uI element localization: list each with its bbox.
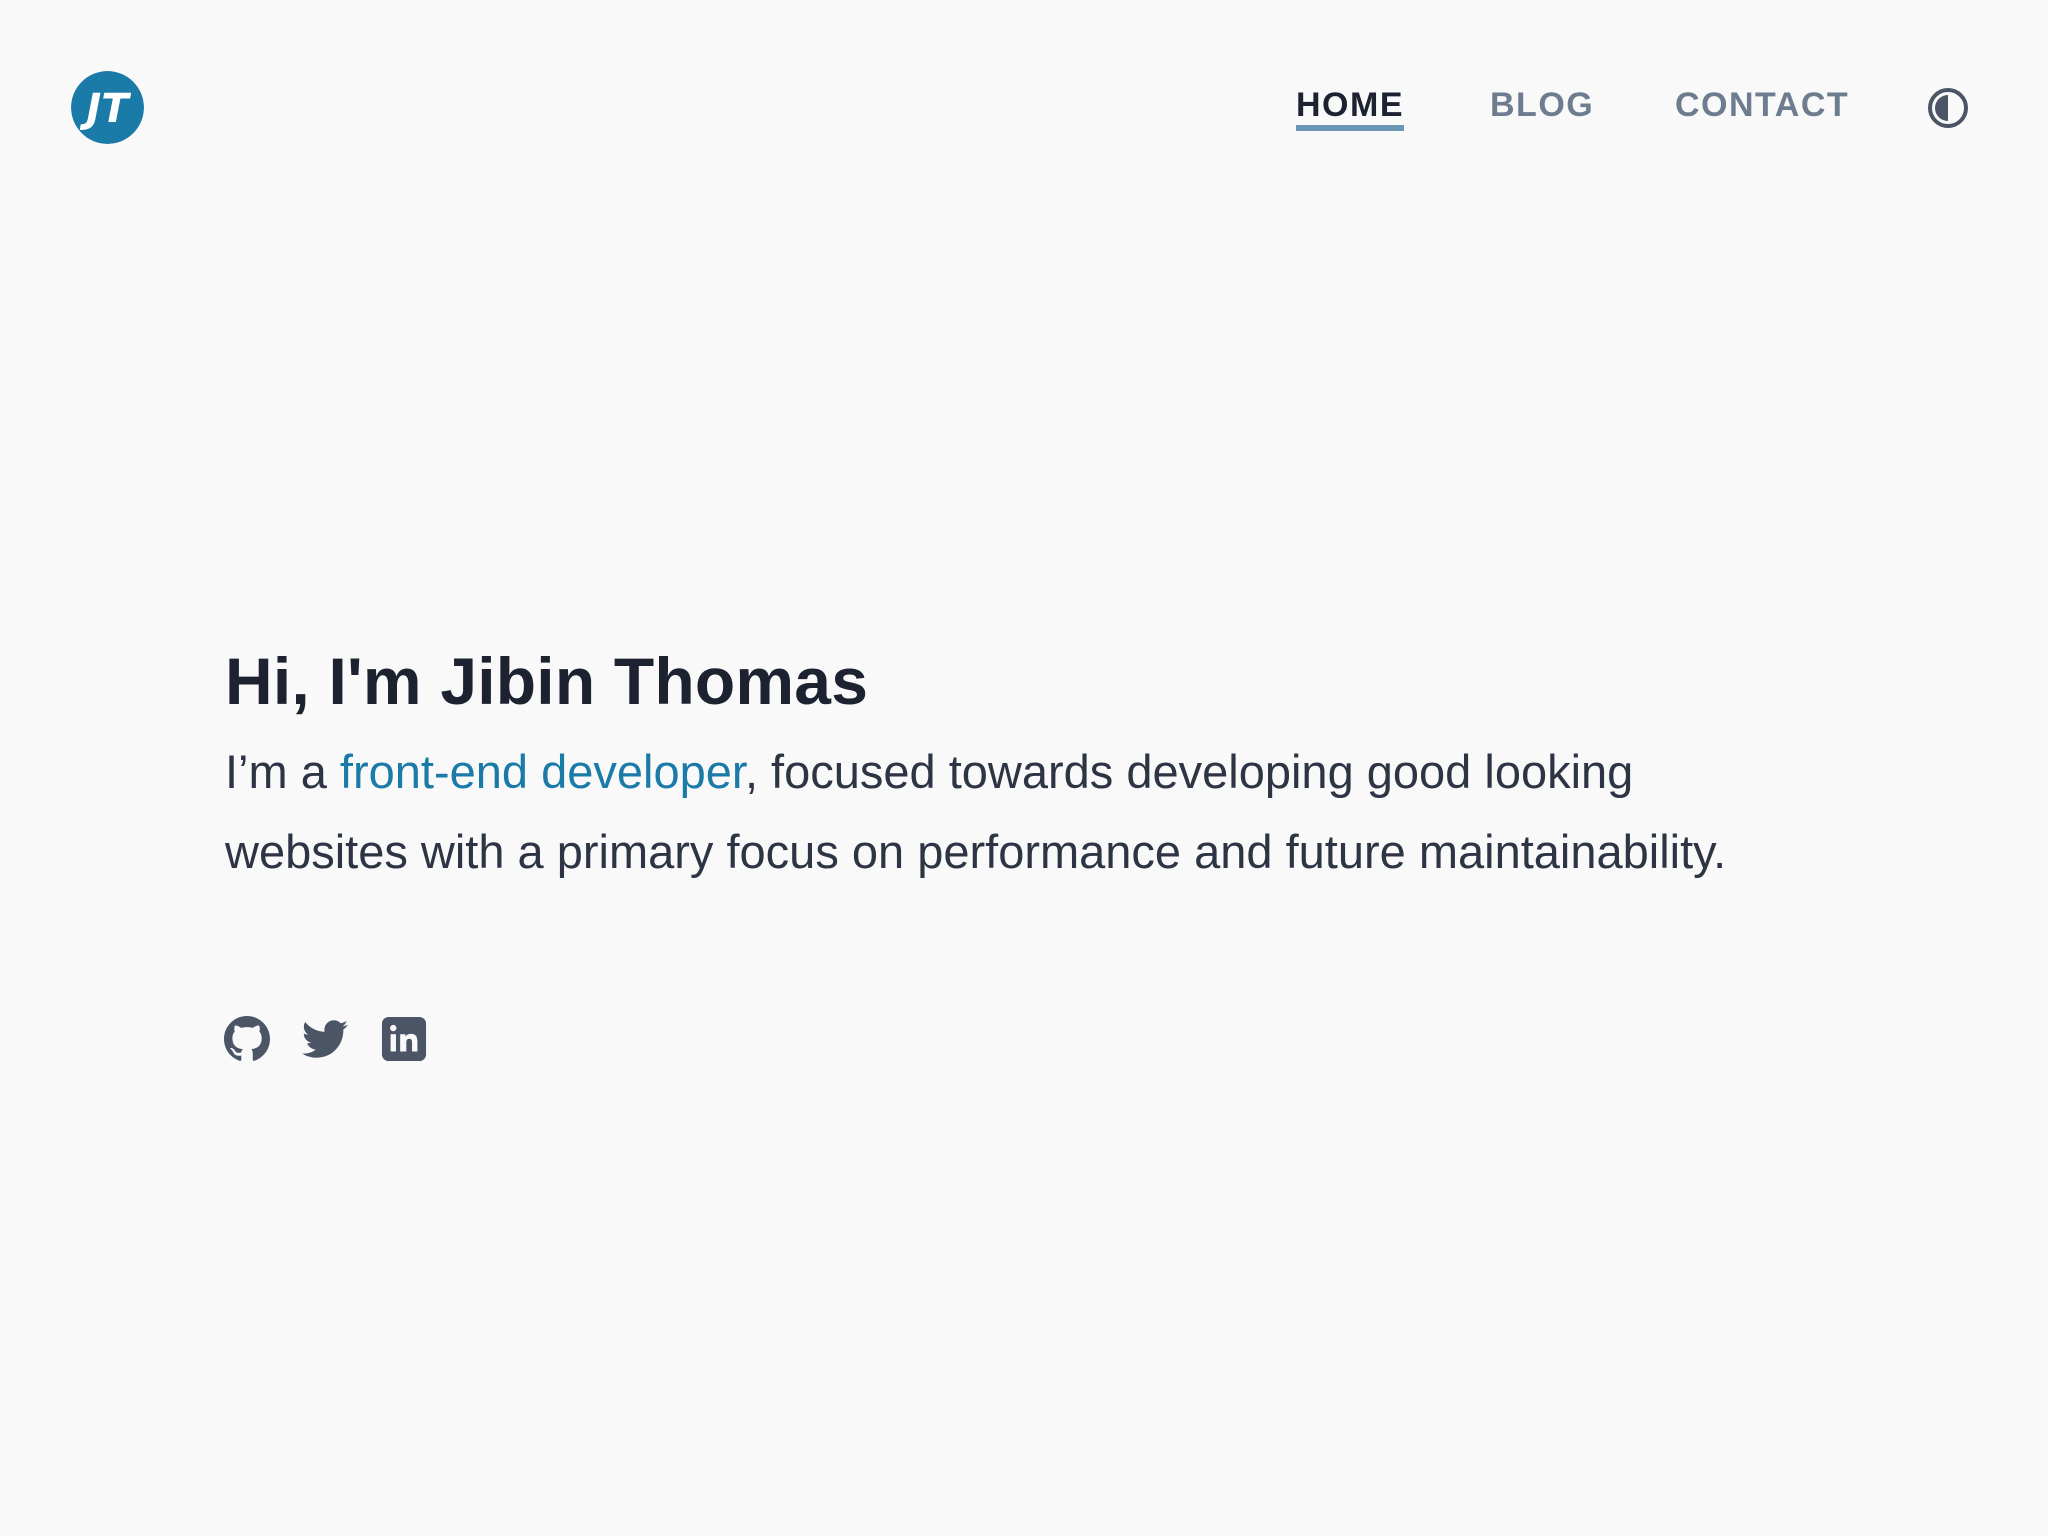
linkedin-link[interactable]	[381, 1016, 427, 1062]
github-link[interactable]	[224, 1016, 270, 1062]
hero-section: Hi, I'm Jibin Thomas I’m a front-end dev…	[225, 636, 1805, 892]
hero-intro: I’m a front-end developer, focused towar…	[225, 732, 1785, 892]
nav-blog-label: BLOG	[1490, 86, 1595, 124]
twitter-link[interactable]	[302, 1016, 348, 1062]
nav-home-link[interactable]: HOME	[1296, 82, 1404, 131]
nav-blog-link[interactable]: BLOG	[1490, 82, 1594, 128]
nav-home-label: HOME	[1296, 86, 1404, 124]
github-icon	[224, 1016, 270, 1061]
theme-toggle-button[interactable]	[1926, 86, 1970, 130]
linkedin-icon	[381, 1016, 427, 1062]
front-end-developer-link[interactable]: front-end developer	[340, 745, 745, 798]
twitter-icon	[302, 1020, 348, 1058]
site-header: JT HOME BLOG CONTACT	[0, 0, 2048, 216]
main-nav: HOME BLOG CONTACT	[0, 82, 2048, 142]
nav-active-underline	[1296, 125, 1404, 131]
contrast-icon	[1928, 88, 1968, 128]
hero-intro-prefix: I’m a	[225, 745, 340, 798]
nav-contact-link[interactable]: CONTACT	[1675, 82, 1849, 128]
nav-contact-label: CONTACT	[1675, 86, 1850, 124]
hero-title: Hi, I'm Jibin Thomas	[225, 644, 869, 718]
